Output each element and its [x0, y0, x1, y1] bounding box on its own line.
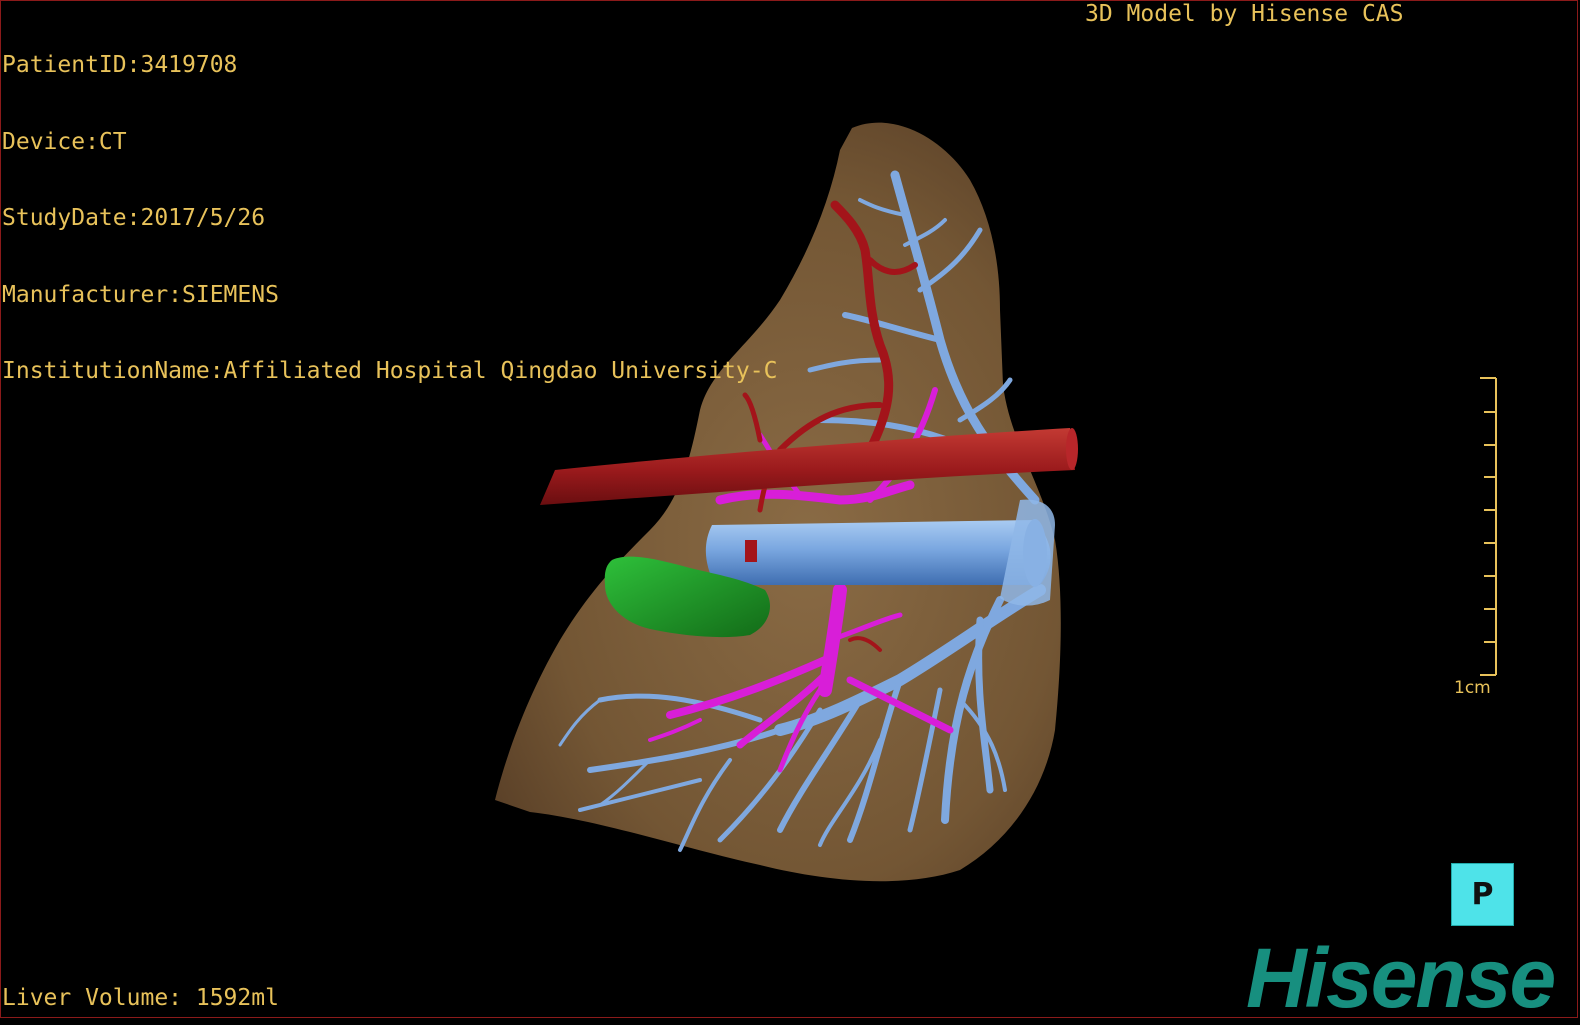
model-credit: 3D Model by Hisense CAS — [1085, 1, 1404, 27]
liver-volume: Liver Volume: 1592ml — [2, 985, 279, 1011]
scale-bar-label: 1cm — [1454, 678, 1491, 698]
manufacturer: Manufacturer:SIEMENS — [2, 281, 279, 308]
scale-bar — [1480, 377, 1497, 676]
institution-name: InstitutionName:Affiliated Hospital Qing… — [2, 358, 778, 384]
orientation-cube[interactable]: P — [1451, 863, 1514, 926]
study-date: StudyDate:2017/5/26 — [2, 205, 266, 231]
device: Device:CT — [2, 128, 127, 155]
patient-id: PatientID:3419708 — [2, 52, 238, 78]
orientation-label: P — [1471, 877, 1494, 912]
hisense-logo: Hisense — [1246, 931, 1556, 1025]
dicom-info-overlay: PatientID:3419708 Device:CT StudyDate:20… — [2, 2, 777, 410]
